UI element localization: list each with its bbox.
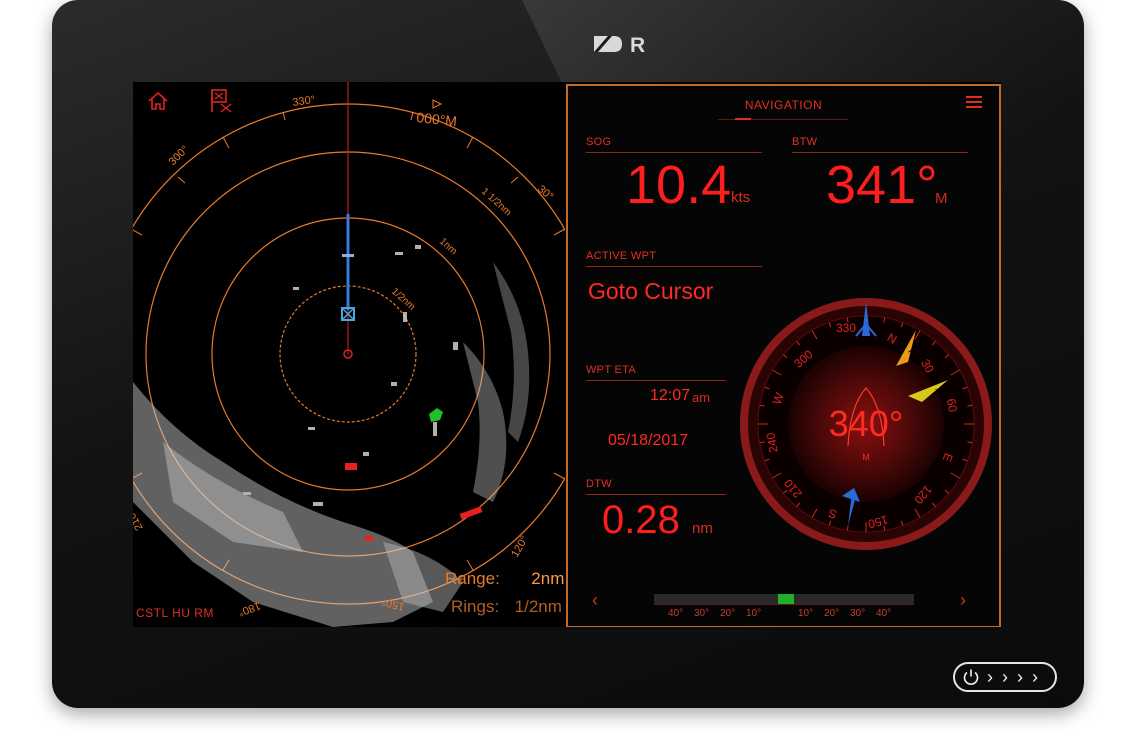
compass-heading-unit: M	[862, 452, 870, 462]
waypoint-flag-icon[interactable]	[209, 88, 235, 114]
dtw-underline	[586, 494, 726, 495]
bearing-label-120: 120°	[509, 534, 531, 560]
chevron-right-icon: ›	[1017, 667, 1023, 687]
btw-underline	[792, 152, 968, 153]
sog-underline	[586, 152, 762, 153]
radar-target-red-2	[459, 506, 483, 520]
wpt-eta-ampm: am	[692, 390, 711, 405]
brand-mark: R	[630, 34, 645, 56]
dtw-unit: nm	[692, 520, 713, 537]
xte-scale-label: 20°	[720, 608, 736, 619]
active-wpt-label: ACTIVE WPT	[586, 250, 657, 262]
bearing-label-180: 180°	[237, 599, 262, 618]
compass-mark-60: 60	[944, 398, 960, 414]
compass-heading-value: 340°	[829, 403, 903, 444]
chevron-left-icon[interactable]: ‹	[592, 590, 598, 611]
ring-label-1-5nm: 1 1/2nm	[479, 186, 513, 218]
radar-pane[interactable]: 330° 000°M 30° 300° 210° 120° 180° 150° …	[133, 82, 565, 627]
dtw-value: 0.28	[602, 498, 680, 542]
ais-target-green	[429, 408, 443, 422]
btw-label: BTW	[792, 136, 818, 148]
xte-scale-label: 10°	[746, 608, 762, 619]
radar-target-red-3	[365, 536, 373, 541]
xte-scale-label: 20°	[824, 608, 840, 619]
btw-value: 341°	[826, 155, 938, 215]
bearing-label-30: 30°	[535, 183, 555, 203]
raymarine-logo-icon: R	[594, 34, 645, 56]
ring-label-half-nm: 1/2nm	[389, 286, 417, 313]
wpt-eta-underline	[586, 380, 726, 381]
wpt-eta-time: 12:07	[650, 387, 691, 404]
power-icon	[963, 669, 979, 685]
power-button[interactable]: › › › ›	[953, 662, 1057, 692]
menu-icon[interactable]	[966, 96, 982, 110]
sog-unit: kts	[731, 189, 751, 206]
radar-plot[interactable]: 330° 000°M 30° 300° 210° 120° 180° 150° …	[133, 82, 565, 627]
course-tick	[342, 254, 354, 257]
heading-compass: 330 N 30 60 E 120 150 S 210 240 W 300 A	[740, 298, 992, 550]
range-label: Range:	[445, 569, 500, 588]
range-readout[interactable]: Range: 2nm	[445, 569, 564, 589]
nav-page-indicator	[735, 118, 751, 120]
btw-unit: M	[935, 190, 948, 207]
radar-mode-status: CSTL HU RM	[136, 606, 214, 620]
rings-readout: Rings: 1/2nm	[451, 597, 562, 617]
dtw-label: DTW	[586, 478, 612, 490]
xte-indicator	[778, 594, 794, 604]
heading-marker-icon	[432, 99, 443, 109]
nav-title: NAVIGATION	[744, 98, 823, 112]
chevron-right-icon: ›	[987, 667, 993, 687]
bearing-label-000: 000°M	[416, 109, 458, 129]
xte-scale-label: 10°	[798, 608, 814, 619]
chevron-right-icon: ›	[1032, 667, 1038, 687]
xte-scale-label: 30°	[694, 608, 710, 619]
active-wpt-underline	[586, 266, 762, 267]
sog-value: 10.4	[626, 155, 732, 215]
xte-scale-label: 30°	[850, 608, 866, 619]
wpt-eta-date: 05/18/2017	[608, 432, 689, 449]
active-wpt-value: Goto Cursor	[588, 278, 714, 304]
chevron-right-icon[interactable]: ›	[960, 590, 966, 611]
xte-scale-label: 40°	[668, 608, 684, 619]
wpt-eta-label: WPT ETA	[586, 364, 636, 376]
sog-label: SOG	[586, 136, 612, 148]
rings-value: 1/2nm	[514, 597, 562, 616]
range-value: 2nm	[531, 569, 565, 588]
chevron-right-icon: ›	[1002, 667, 1008, 687]
rings-label: Rings:	[451, 597, 500, 616]
bearing-label-300: 300°	[167, 144, 192, 169]
cross-track-error-bar: 40° 30° 20° 10° 10° 20° 30° 40°	[648, 594, 914, 624]
radar-target-red	[345, 463, 357, 470]
navigation-pane: NAVIGATION SOG 10.4 kts BTW 341° M ACTIV…	[566, 84, 1001, 627]
home-icon[interactable]	[147, 90, 169, 112]
mfd-screen: 330° 000°M 30° 300° 210° 120° 180° 150° …	[133, 82, 1001, 627]
compass-mark-330: 330	[836, 321, 856, 335]
xte-scale-label: 40°	[876, 608, 892, 619]
